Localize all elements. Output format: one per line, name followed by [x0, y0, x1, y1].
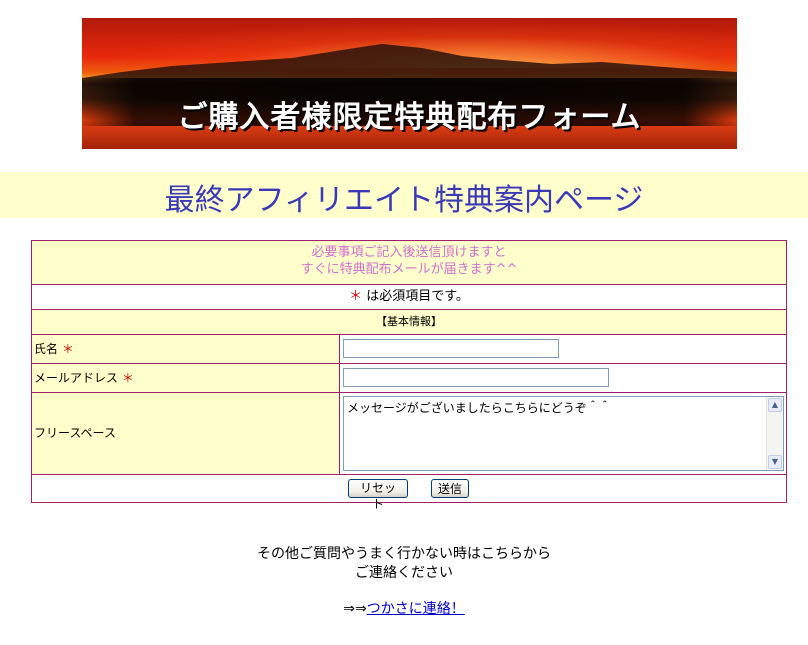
required-star: ＊ — [349, 289, 363, 304]
header-banner: ご購入者様限定特典配布フォーム — [82, 18, 737, 149]
email-label-text: メールアドレス — [34, 371, 119, 385]
page-title: 最終アフィリエイト特典案内ページ — [164, 183, 644, 218]
form-notice: 必要事項ご記入後送信頂けますと すぐに特典配布メールが届きます^^ — [32, 241, 786, 284]
section-row: 【基本情報】 — [32, 310, 786, 334]
footer-line-2: ご連絡ください — [355, 565, 453, 581]
page: ご購入者様限定特典配布フォーム 最終アフィリエイト特典案内ページ 必要事項ご記入… — [0, 0, 808, 645]
required-note: ＊ は必須項目です。 — [32, 285, 786, 309]
footer-message: その他ご質問やうまく行かない時はこちらから ご連絡ください — [0, 545, 808, 583]
scroll-up-icon[interactable]: ▲ — [768, 398, 782, 412]
email-input[interactable] — [343, 368, 609, 387]
required-text: は必須項目です。 — [366, 289, 469, 304]
free-space-value-cell: メッセージがございましたらこちらにどうぞ＾＾ ▲ ▼ — [340, 393, 786, 474]
banner-title: ご購入者様限定特典配布フォーム — [177, 100, 642, 135]
name-input[interactable] — [343, 339, 559, 358]
free-space-textarea[interactable]: メッセージがございましたらこちらにどうぞ＾＾ — [344, 397, 768, 470]
name-required-star: ＊ — [61, 342, 74, 356]
buttons-row: リセット 送信 — [32, 475, 786, 511]
heading-band: 最終アフィリエイト特典案内ページ — [0, 172, 808, 218]
name-label-text: 氏名 — [34, 342, 59, 356]
required-note-row: ＊ は必須項目です。 — [32, 285, 786, 309]
form-notice-row: 必要事項ご記入後送信頂けますと すぐに特典配布メールが届きます^^ — [32, 241, 786, 284]
notice-line-2: すぐに特典配布メールが届きます^^ — [300, 262, 518, 277]
free-space-row: フリースペース メッセージがございましたらこちらにどうぞ＾＾ ▲ ▼ — [32, 393, 786, 474]
notice-line-1: 必要事項ご記入後送信頂けますと — [311, 245, 507, 260]
email-value-cell — [340, 364, 786, 392]
email-label: メールアドレス ＊ — [32, 364, 339, 392]
scroll-down-icon[interactable]: ▼ — [768, 455, 782, 469]
section-title: 【基本情報】 — [32, 310, 786, 334]
name-row: 氏名 ＊ — [32, 335, 786, 363]
email-required-star: ＊ — [121, 371, 134, 385]
name-label: 氏名 ＊ — [32, 335, 339, 363]
contact-line: ⇒⇒つかさに連絡！ — [0, 600, 808, 619]
reset-button[interactable]: リセット — [348, 479, 408, 511]
free-space-label: フリースペース — [32, 393, 339, 474]
textarea-scrollbar[interactable]: ▲ ▼ — [766, 397, 783, 470]
contact-arrows: ⇒⇒ — [343, 601, 367, 617]
name-value-cell — [340, 335, 786, 363]
privilege-form: 必要事項ご記入後送信頂けますと すぐに特典配布メールが届きます^^ ＊ は必須項… — [31, 240, 787, 511]
email-row: メールアドレス ＊ — [32, 364, 786, 392]
footer-line-1: その他ご質問やうまく行かない時はこちらから — [257, 546, 551, 562]
submit-button[interactable]: 送信 — [431, 479, 469, 498]
free-space-box: メッセージがございましたらこちらにどうぞ＾＾ ▲ ▼ — [343, 396, 784, 471]
buttons-cell: リセット 送信 — [32, 475, 786, 511]
contact-link[interactable]: つかさに連絡！ — [367, 601, 465, 617]
